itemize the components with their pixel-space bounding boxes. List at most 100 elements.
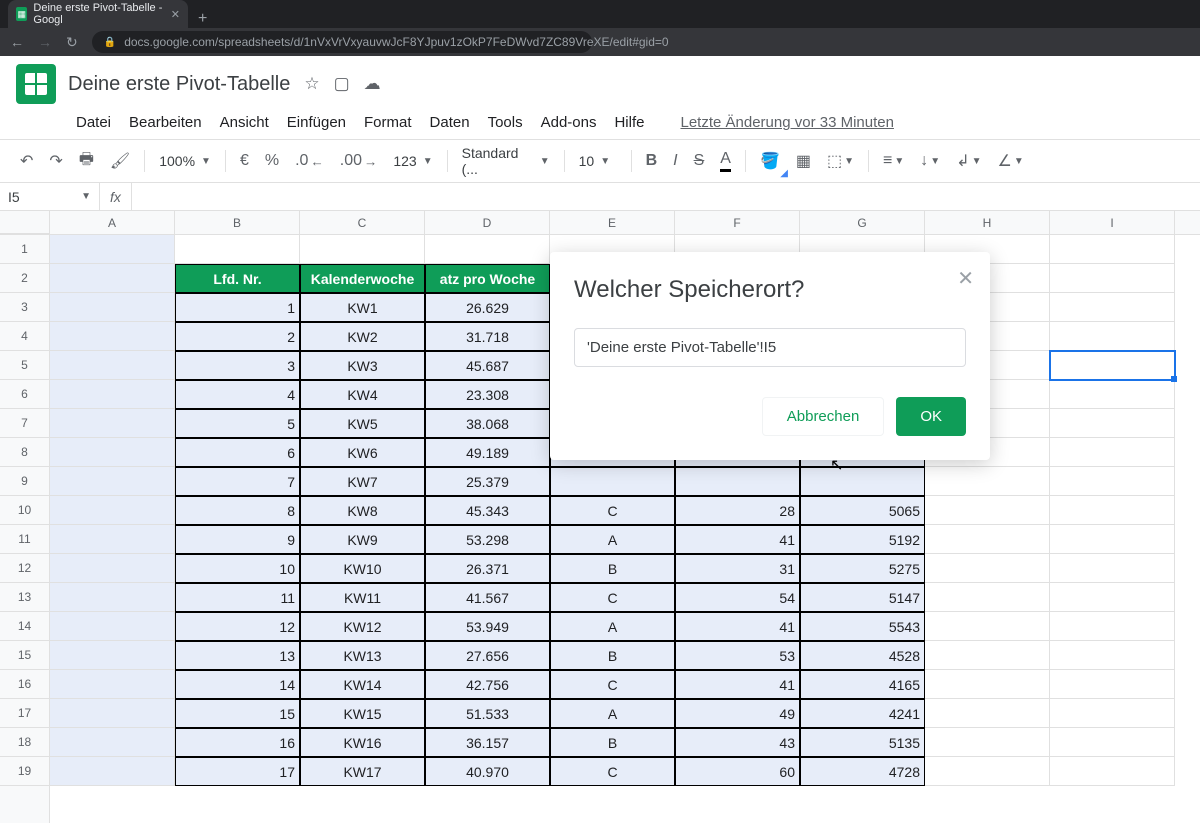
- cell-B18[interactable]: 16: [175, 728, 300, 757]
- cell-B19[interactable]: 17: [175, 757, 300, 786]
- cell-I6[interactable]: [1050, 380, 1175, 409]
- cell-E17[interactable]: A: [550, 699, 675, 728]
- browser-tab[interactable]: ▦ Deine erste Pivot-Tabelle - Googl ✕: [8, 0, 188, 28]
- cell-C12[interactable]: KW10: [300, 554, 425, 583]
- cell-A4[interactable]: [50, 322, 175, 351]
- cell-B4[interactable]: 2: [175, 322, 300, 351]
- cell-I12[interactable]: [1050, 554, 1175, 583]
- cell-D13[interactable]: 41.567: [425, 583, 550, 612]
- cloud-icon[interactable]: ☁: [364, 74, 381, 94]
- cell-H14[interactable]: [925, 612, 1050, 641]
- cell-E13[interactable]: C: [550, 583, 675, 612]
- last-edit[interactable]: Letzte Änderung vor 33 Minuten: [672, 110, 901, 135]
- cell-A7[interactable]: [50, 409, 175, 438]
- cell-F17[interactable]: 49: [675, 699, 800, 728]
- cell-F10[interactable]: 28: [675, 496, 800, 525]
- cell-D5[interactable]: 45.687: [425, 351, 550, 380]
- cell-I4[interactable]: [1050, 322, 1175, 351]
- paint-format-icon[interactable]: 🖌: [104, 145, 136, 177]
- col-header-I[interactable]: I: [1050, 211, 1175, 234]
- text-color-icon[interactable]: A: [714, 144, 737, 178]
- cell-H15[interactable]: [925, 641, 1050, 670]
- currency-icon[interactable]: €: [234, 146, 255, 176]
- cell-C1[interactable]: [300, 235, 425, 264]
- row-header-10[interactable]: 10: [0, 496, 49, 525]
- sheets-logo[interactable]: [16, 64, 56, 104]
- row-header-4[interactable]: 4: [0, 322, 49, 351]
- cell-F11[interactable]: 41: [675, 525, 800, 554]
- cell-B1[interactable]: [175, 235, 300, 264]
- cell-D11[interactable]: 53.298: [425, 525, 550, 554]
- col-header-C[interactable]: C: [300, 211, 425, 234]
- back-icon[interactable]: ←: [10, 34, 24, 50]
- select-all-corner[interactable]: [0, 211, 50, 234]
- ok-button[interactable]: OK: [896, 397, 966, 436]
- row-header-1[interactable]: 1: [0, 235, 49, 264]
- cell-I5[interactable]: [1050, 351, 1175, 380]
- menu-addons[interactable]: Add-ons: [533, 110, 605, 135]
- cell-A8[interactable]: [50, 438, 175, 467]
- menu-data[interactable]: Daten: [422, 110, 478, 135]
- row-header-16[interactable]: 16: [0, 670, 49, 699]
- cell-B11[interactable]: 9: [175, 525, 300, 554]
- cell-A11[interactable]: [50, 525, 175, 554]
- cell-H17[interactable]: [925, 699, 1050, 728]
- cell-D4[interactable]: 31.718: [425, 322, 550, 351]
- row-header-17[interactable]: 17: [0, 699, 49, 728]
- cell-A3[interactable]: [50, 293, 175, 322]
- cell-G12[interactable]: 5275: [800, 554, 925, 583]
- cell-C13[interactable]: KW11: [300, 583, 425, 612]
- row-header-6[interactable]: 6: [0, 380, 49, 409]
- menu-view[interactable]: Ansicht: [212, 110, 277, 135]
- cell-F18[interactable]: 43: [675, 728, 800, 757]
- cell-E15[interactable]: B: [550, 641, 675, 670]
- row-header-18[interactable]: 18: [0, 728, 49, 757]
- cell-G19[interactable]: 4728: [800, 757, 925, 786]
- cell-C7[interactable]: KW5: [300, 409, 425, 438]
- font-size-select[interactable]: 10▼: [573, 149, 623, 173]
- cell-F12[interactable]: 31: [675, 554, 800, 583]
- row-header-2[interactable]: 2: [0, 264, 49, 293]
- col-header-G[interactable]: G: [800, 211, 925, 234]
- row-header-9[interactable]: 9: [0, 467, 49, 496]
- dialog-location-input[interactable]: [574, 328, 966, 367]
- cell-I10[interactable]: [1050, 496, 1175, 525]
- cell-B6[interactable]: 4: [175, 380, 300, 409]
- cell-G17[interactable]: 4241: [800, 699, 925, 728]
- cell-D9[interactable]: 25.379: [425, 467, 550, 496]
- print-icon[interactable]: 🖶: [73, 142, 100, 181]
- cell-H18[interactable]: [925, 728, 1050, 757]
- cell-A12[interactable]: [50, 554, 175, 583]
- rotate-icon[interactable]: ∠ ▼: [992, 145, 1030, 177]
- cell-C18[interactable]: KW16: [300, 728, 425, 757]
- cell-G9[interactable]: [800, 467, 925, 496]
- cell-I8[interactable]: [1050, 438, 1175, 467]
- cell-E10[interactable]: C: [550, 496, 675, 525]
- cell-H19[interactable]: [925, 757, 1050, 786]
- move-icon[interactable]: ▢: [334, 74, 350, 94]
- cell-C19[interactable]: KW17: [300, 757, 425, 786]
- cell-B14[interactable]: 12: [175, 612, 300, 641]
- cell-D15[interactable]: 27.656: [425, 641, 550, 670]
- wrap-icon[interactable]: ↲ ▼: [950, 145, 987, 177]
- cell-C10[interactable]: KW8: [300, 496, 425, 525]
- cell-D14[interactable]: 53.949: [425, 612, 550, 641]
- cell-G10[interactable]: 5065: [800, 496, 925, 525]
- cell-C17[interactable]: KW15: [300, 699, 425, 728]
- cell-A10[interactable]: [50, 496, 175, 525]
- row-header-12[interactable]: 12: [0, 554, 49, 583]
- cell-A14[interactable]: [50, 612, 175, 641]
- cell-B7[interactable]: 5: [175, 409, 300, 438]
- cell-G13[interactable]: 5147: [800, 583, 925, 612]
- cell-C2[interactable]: Kalenderwoche: [300, 264, 425, 293]
- cell-F15[interactable]: 53: [675, 641, 800, 670]
- undo-icon[interactable]: ↶: [14, 145, 39, 177]
- cell-E14[interactable]: A: [550, 612, 675, 641]
- cell-D12[interactable]: 26.371: [425, 554, 550, 583]
- cell-E11[interactable]: A: [550, 525, 675, 554]
- cancel-button[interactable]: Abbrechen: [762, 397, 885, 436]
- cell-F14[interactable]: 41: [675, 612, 800, 641]
- cell-D2[interactable]: atz pro Woche: [425, 264, 550, 293]
- cell-C14[interactable]: KW12: [300, 612, 425, 641]
- row-header-11[interactable]: 11: [0, 525, 49, 554]
